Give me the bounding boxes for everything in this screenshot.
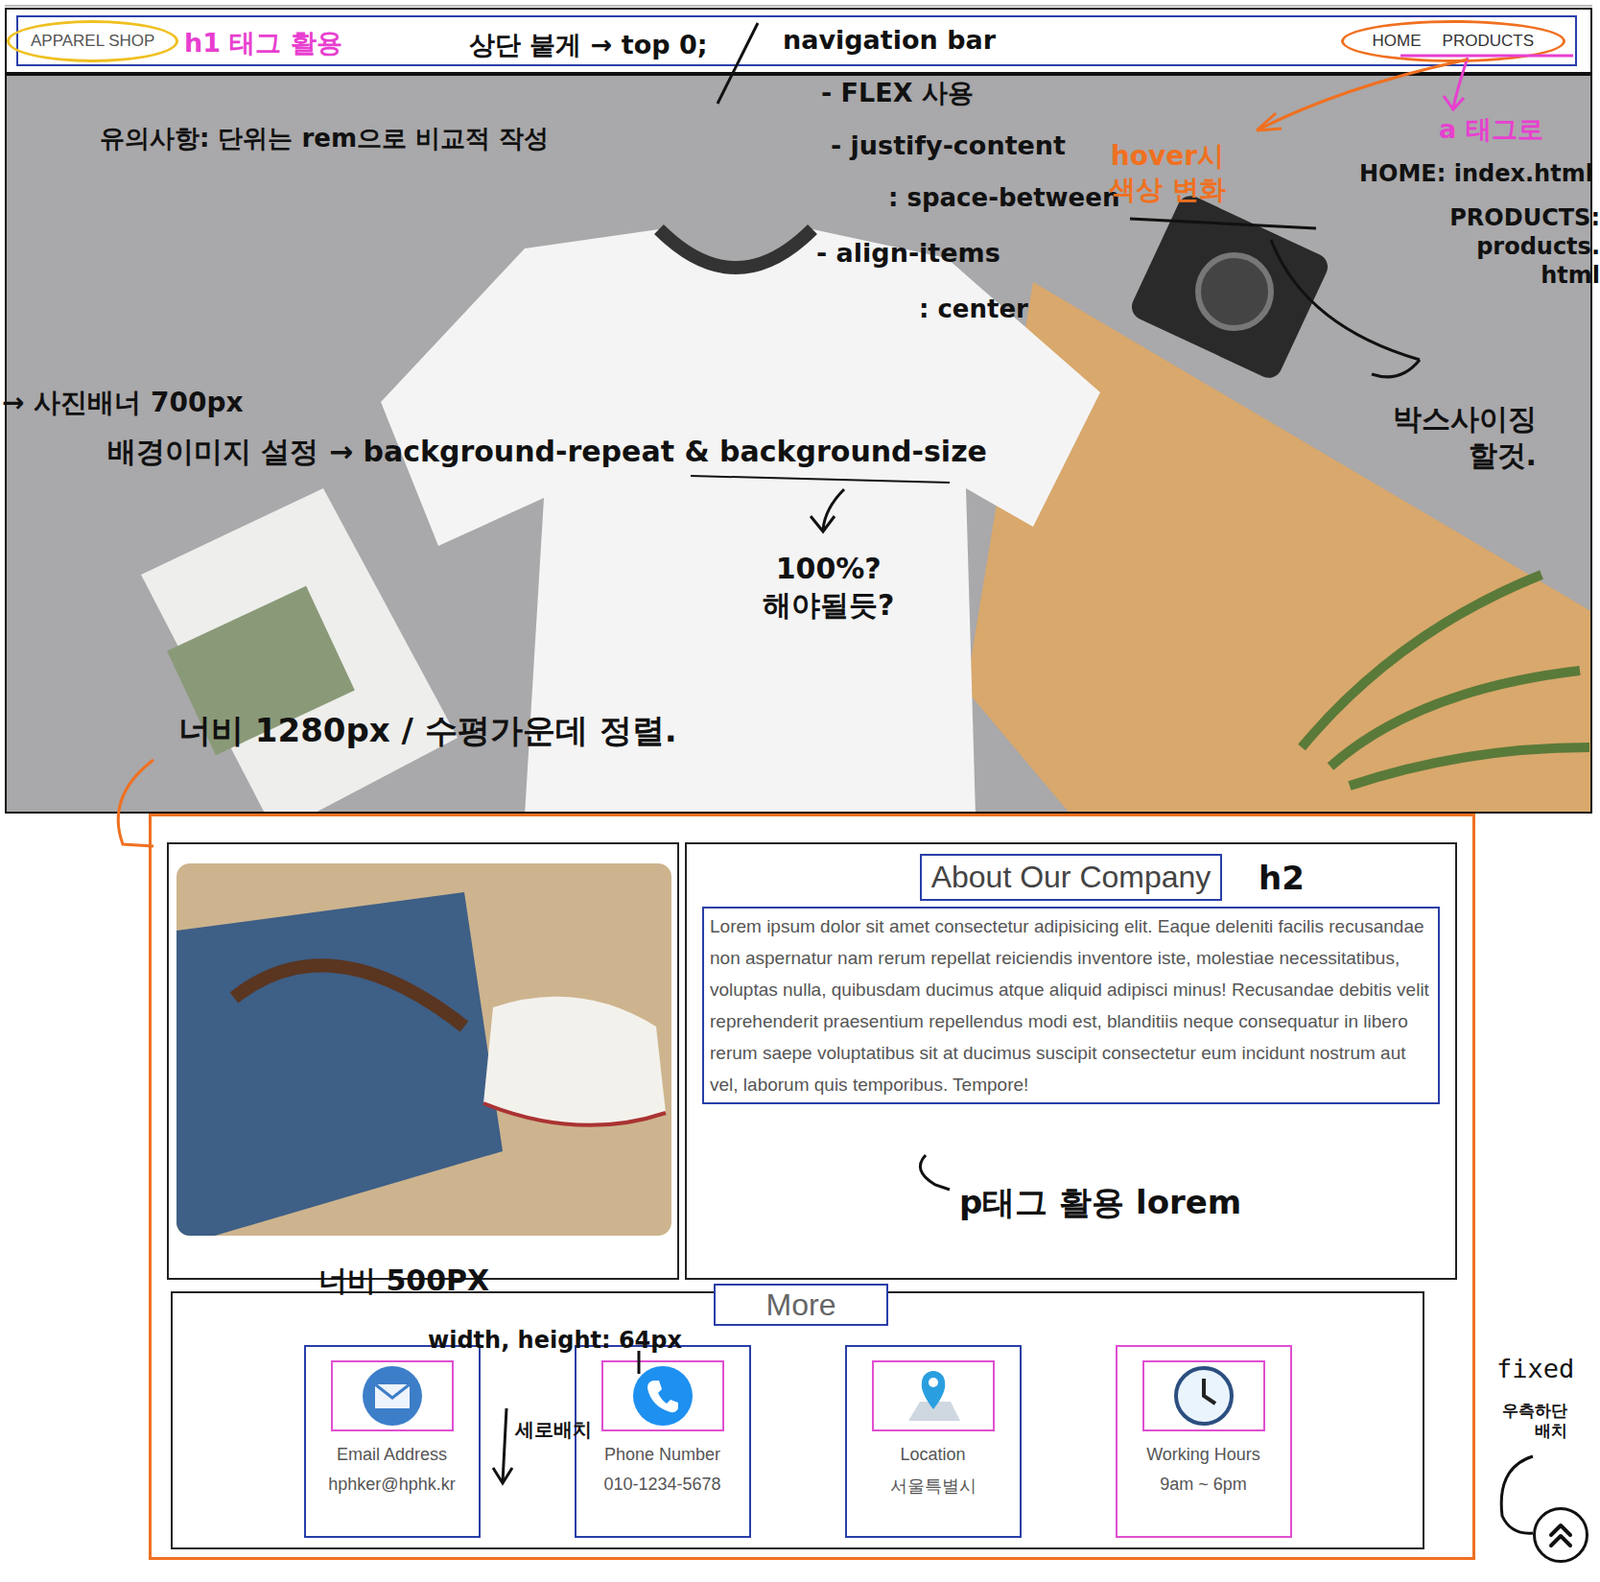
contact-label: Phone Number [604,1444,721,1465]
beach-photo [176,863,672,1236]
annotation-note: : center [918,293,1029,326]
more-label[interactable]: More [713,1283,889,1326]
annotation-marks [0,0,1600,1582]
annotation-note: 박스사이징 할것. [1392,400,1537,473]
annotation-note: 상단 붙게 → top 0; [469,28,708,62]
clock-icon [1173,1364,1235,1427]
annotation-note: 너비 500PX [318,1262,490,1299]
top-rule [4,4,1593,7]
about-title: About Our Company [919,853,1224,901]
contact-label: Location [899,1444,965,1465]
annotation-note: PRODUCTS: products. html [1321,203,1600,290]
annotation-note: - justify-content [830,129,1066,163]
annotation-note: p태그 활용 lorem [959,1181,1242,1224]
nav-links: HOME PRODUCTS [1341,20,1566,63]
email-icon [361,1364,424,1427]
annotation-note: navigation bar [782,23,996,57]
annotation-note: 세로배치 [515,1417,592,1442]
icon-frame [871,1360,995,1432]
annotation-note: fixed [1496,1352,1575,1386]
annotation-note: - FLEX 사용 [821,76,974,110]
annotation-note: HOME: index.html [1359,159,1594,189]
about-section: About Our Company Lorem ipsum dolor sit a… [148,813,1476,1560]
annotation-note: a 태그로 [1438,113,1544,146]
about-image-box [166,842,680,1280]
location-icon [902,1364,965,1427]
annotation-note: - align-items [816,236,1001,270]
annotation-note: h1 태그 활용 [184,26,343,60]
contact-label: Email Address [336,1444,448,1465]
about-row: About Our Company Lorem ipsum dolor sit a… [166,842,1458,1280]
annotation-note: → 사진배너 700px [1,385,244,420]
nav-link[interactable]: HOME [1372,31,1422,51]
annotation-note: 유의사항: 단위는 rem으로 비교적 작성 [99,122,549,155]
site-logo[interactable]: APPAREL SHOP [6,20,179,63]
contact-label: Working Hours [1146,1444,1261,1465]
double-chevron-up-icon [1545,1519,1577,1551]
contact-card: Phone Number 010-1234-5678 [574,1344,752,1538]
icon-frame [330,1360,454,1432]
annotation-note: hover시 색상 변화 [1108,139,1226,207]
icon-frame [601,1360,725,1432]
contact-value: 9am ~ 6pm [1159,1474,1248,1495]
contact-card: Email Address hphker@hphk.kr [304,1344,481,1538]
contact-value: hphker@hphk.kr [328,1474,455,1495]
about-body: Lorem ipsum dolor sit amet consectetur a… [702,906,1440,1105]
phone-icon [632,1364,694,1427]
annotation-note: : space-between [888,182,1120,214]
contact-value: 010-1234-5678 [603,1474,721,1495]
annotation-note: 너비 1280px / 수평가운데 정렬. [178,709,678,752]
contact-value: 서울특별시 [890,1474,977,1498]
contact-box: MoreEmail Addresshphker@hphk.krPhone Num… [170,1291,1425,1550]
nav-link[interactable]: PRODUCTS [1442,31,1534,51]
annotation-note: h2 [1258,857,1305,899]
annotation-note: 우측하단 배치 [1502,1400,1568,1442]
annotation-note: 100%? 해야될듯? [762,550,895,623]
icon-frame [1142,1360,1266,1432]
contact-card: Working Hours 9am ~ 6pm [1115,1344,1293,1538]
about-photo [176,863,672,1236]
annotation-note: 배경이미지 설정 → background-repeat & backgroun… [107,433,988,471]
scroll-top-button[interactable] [1532,1506,1589,1563]
annotation-note: width, height: 64px [427,1325,683,1355]
contact-card: Location 서울특별시 [845,1344,1022,1538]
